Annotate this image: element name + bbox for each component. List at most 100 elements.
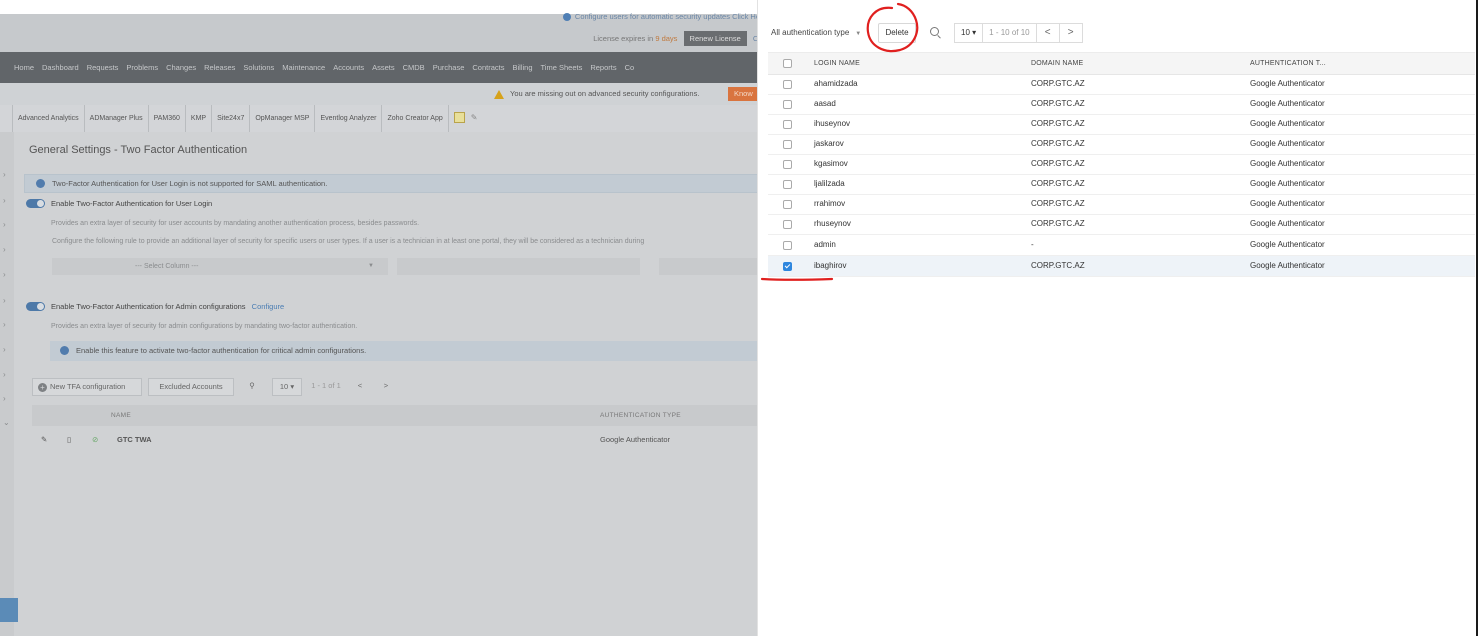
notes-icon[interactable] [453,112,465,124]
nav-item[interactable]: Contracts [472,52,504,83]
admin-info-bar: Enable this feature to activate two-fact… [50,341,760,361]
app-item[interactable]: Site24x7 [212,105,251,132]
new-tfa-button[interactable]: + New TFA configuration [32,378,142,396]
page-title: General Settings - Two Factor Authentica… [29,144,248,156]
col-domain-name[interactable]: DOMAIN NAME [1031,53,1083,74]
chevron-right-icon[interactable]: › [3,196,6,205]
column-select[interactable]: --- Select Column --- ▼ [52,258,388,275]
chevron-right-icon[interactable]: › [3,220,6,229]
nav-item[interactable]: Accounts [333,52,364,83]
search-icon[interactable] [930,27,939,36]
row-checkbox[interactable] [783,80,792,89]
app-item[interactable]: Advanced Analytics [13,105,85,132]
app-item[interactable]: Zoho Creator App [382,105,449,132]
nav-item[interactable]: Co [625,52,635,83]
nav-item[interactable]: Time Sheets [541,52,583,83]
nav-item[interactable]: CMDB [403,52,425,83]
nav-item[interactable]: Requests [87,52,119,83]
rule-extra-input[interactable] [659,258,760,275]
app-item[interactable]: OpManager MSP [250,105,316,132]
admin-configure-link[interactable]: Configure [252,302,285,311]
page-size-select[interactable]: 10 ▾ [955,24,984,42]
app-item[interactable]: ADManager Plus [85,105,149,132]
chevron-right-icon[interactable]: › [3,270,6,279]
select-all-checkbox[interactable] [783,59,792,68]
nav-item[interactable]: Reports [590,52,616,83]
app-item[interactable]: KMP [186,105,213,132]
row-checkbox-checked[interactable] [783,262,792,271]
renew-license-button[interactable]: Renew License [683,31,747,46]
panel-toolbar: All authentication type ▼ Delete 10 ▾ 1 - … [758,22,1475,44]
table-row-selected[interactable]: ibaghirov CORP.GTC.AZ Google Authenticat… [768,256,1475,277]
table-row[interactable]: jaskarov CORP.GTC.AZ Google Authenticato… [768,134,1475,155]
table-row[interactable]: aasad CORP.GTC.AZ Google Authenticator [768,94,1475,115]
nav-item[interactable]: Dashboard [42,52,79,83]
admin-tfa-label: Enable Two-Factor Authentication for Adm… [51,302,285,311]
excluded-accounts-panel: All authentication type ▼ Delete 10 ▾ 1 - … [757,0,1475,636]
app-item[interactable]: Eventlog Analyzer [315,105,383,132]
prev-page-button[interactable]: < [1037,24,1060,42]
row-checkbox[interactable] [783,160,792,169]
chevron-right-icon[interactable]: › [3,296,6,305]
license-info: License expires in 9 days Renew License … [593,31,760,46]
table-row[interactable]: rrahimov CORP.GTC.AZ Google Authenticato… [768,194,1475,215]
chevron-down-icon[interactable]: ⌄ [3,418,10,427]
table-row[interactable]: rhuseynov CORP.GTC.AZ Google Authenticat… [768,214,1475,235]
nav-item[interactable]: Maintenance [282,52,325,83]
chevron-right-icon[interactable]: › [3,370,6,379]
prev-page-icon[interactable]: < [352,378,368,394]
info-icon [36,179,45,188]
pin-icon[interactable]: ✎ [471,113,478,122]
delete-button[interactable]: Delete [878,23,916,43]
left-rail: › › › › › › › › › › ⌄ [0,132,18,636]
caret-down-icon: ▼ [855,31,862,37]
chevron-right-icon[interactable]: › [3,245,6,254]
row-checkbox[interactable] [783,180,792,189]
table-row[interactable]: ahamidzada CORP.GTC.AZ Google Authentica… [768,74,1475,95]
chevron-right-icon[interactable]: › [3,170,6,179]
table-row[interactable]: ihuseynov CORP.GTC.AZ Google Authenticat… [768,114,1475,135]
col-auth-type[interactable]: AUTHENTICATION T... [1250,53,1326,74]
next-page-icon[interactable]: > [378,378,394,394]
search-icon[interactable]: ⚲ [242,378,262,394]
rule-value-input[interactable] [397,258,640,275]
nav-item[interactable]: Home [14,52,34,83]
page-size-select[interactable]: 10 ▾ [272,378,302,396]
user-login-tfa-toggle[interactable] [26,199,45,208]
row-checkbox[interactable] [783,140,792,149]
chevron-right-icon[interactable]: › [3,394,6,403]
row-checkbox[interactable] [783,200,792,209]
row-checkbox[interactable] [783,241,792,250]
col-auth-type: AUTHENTICATION TYPE [600,412,681,419]
info-icon [60,346,69,355]
row-checkbox[interactable] [783,220,792,229]
table-row[interactable]: kgasimov CORP.GTC.AZ Google Authenticato… [768,154,1475,175]
nav-item[interactable]: Billing [512,52,532,83]
chevron-right-icon[interactable]: › [3,320,6,329]
col-name: NAME [111,412,131,419]
nav-item[interactable]: Assets [372,52,395,83]
nav-item[interactable]: Changes [166,52,196,83]
table-row[interactable]: ljalilzada CORP.GTC.AZ Google Authentica… [768,174,1475,195]
nav-item[interactable]: Solutions [243,52,274,83]
chevron-right-icon[interactable]: › [3,345,6,354]
excluded-accounts-button[interactable]: Excluded Accounts [148,378,234,396]
table-row[interactable]: admin - Google Authenticator [768,235,1475,256]
check-circle-icon[interactable]: ⊘ [92,430,98,450]
app-header: Configure users for automatic security u… [0,12,760,52]
trash-icon[interactable]: ▯ [67,430,71,450]
security-update-notice[interactable]: Configure users for automatic security u… [562,12,760,22]
nav-item[interactable]: Problems [126,52,158,83]
admin-tfa-toggle[interactable] [26,302,45,311]
edit-icon[interactable]: ✎ [41,430,47,450]
row-checkbox[interactable] [783,100,792,109]
auth-type-filter[interactable]: All authentication type ▼ [771,28,861,37]
nav-item[interactable]: Purchase [433,52,465,83]
pagination: 10 ▾ 1 - 10 of 10 < > [954,23,1083,43]
rail-action[interactable] [0,598,18,622]
app-item[interactable]: PAM360 [149,105,186,132]
row-checkbox[interactable] [783,120,792,129]
col-login-name[interactable]: LOGIN NAME [814,53,860,74]
nav-item[interactable]: Releases [204,52,235,83]
next-page-button[interactable]: > [1060,24,1082,42]
